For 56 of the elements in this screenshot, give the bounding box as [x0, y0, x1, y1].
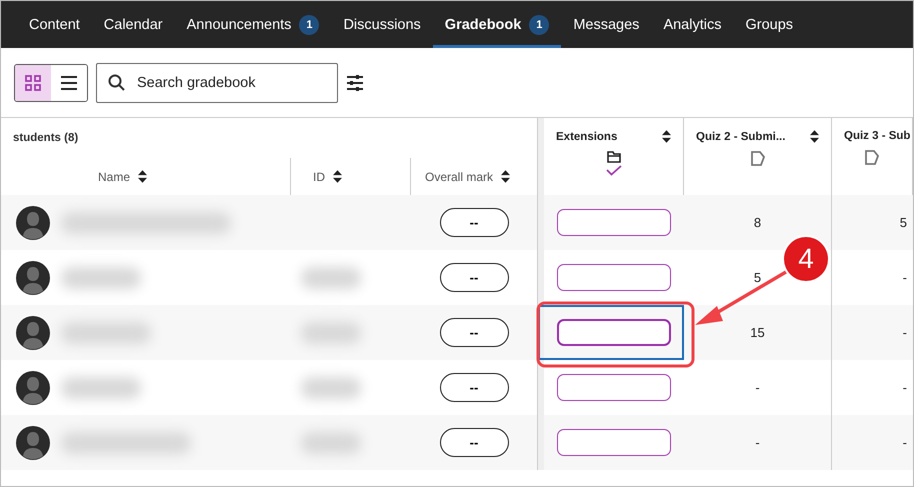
group-title: students (8) [13, 132, 78, 144]
list-view-button[interactable] [51, 64, 87, 100]
grade-cell: - [832, 415, 913, 470]
grade-cell: - [684, 415, 832, 470]
grade-cell: - [832, 305, 913, 360]
folder-icon [606, 151, 620, 163]
extension-field[interactable] [557, 319, 671, 346]
document-icon [750, 151, 764, 166]
grid-view-button[interactable] [15, 64, 51, 100]
nav-tab[interactable]: Gradebook 1 [432, 1, 562, 48]
mark-button[interactable]: -- [440, 428, 508, 457]
count-badge: 1 [299, 14, 320, 34]
column-header[interactable]: Extensions [556, 130, 618, 142]
column-header[interactable]: Name [98, 170, 130, 184]
avatar-icon [16, 206, 50, 240]
sort-icon[interactable] [810, 130, 819, 143]
column-header[interactable]: ID [313, 170, 325, 184]
grade-cell: 8 [684, 195, 832, 250]
mark-button[interactable]: -- [440, 208, 508, 237]
nav-tab[interactable]: Analytics [651, 1, 734, 48]
column-header[interactable]: Overall mark [425, 170, 494, 184]
extension-field[interactable] [557, 429, 671, 456]
column-header[interactable]: Quiz 2 - Submi... [696, 130, 786, 142]
avatar-icon [16, 260, 50, 294]
sort-icon[interactable] [138, 170, 148, 183]
search-field[interactable]: Search gradebook [96, 62, 338, 102]
menu-icon [61, 76, 77, 90]
grid-view-icon [25, 74, 41, 90]
count-badge: 1 [529, 14, 550, 34]
nav-tab[interactable]: Discussions [331, 1, 433, 48]
sort-icon[interactable] [501, 170, 510, 183]
sort-icon[interactable] [662, 130, 671, 143]
filter-icon[interactable] [346, 74, 364, 92]
sort-icon[interactable] [333, 170, 342, 183]
nav-tab[interactable]: Groups [733, 1, 806, 48]
document-icon [865, 150, 879, 165]
avatar-icon [16, 426, 50, 460]
nav-tab[interactable]: Calendar [92, 1, 175, 48]
extension-field[interactable] [557, 264, 671, 291]
avatar-icon [16, 316, 50, 350]
callout-badge: 4 [784, 237, 828, 281]
nav-tab[interactable]: Messages [561, 1, 652, 48]
grade-cell: 15 [684, 305, 832, 360]
column-header[interactable]: Quiz 3 - Sub [844, 130, 910, 142]
grade-cell-text: - [902, 379, 908, 397]
nav-tab[interactable]: Announcements 1 [174, 1, 332, 48]
mark-button[interactable]: -- [440, 373, 508, 402]
grade-cell: 5 [832, 195, 913, 250]
mark-button[interactable]: -- [440, 263, 508, 292]
mark-button[interactable]: -- [440, 318, 508, 347]
grade-cell-text: - [902, 269, 908, 287]
extension-field[interactable] [557, 209, 671, 236]
avatar-icon [16, 370, 50, 404]
search-icon [108, 74, 125, 90]
extension-field[interactable] [557, 374, 671, 401]
nav-tab[interactable]: Content [17, 1, 92, 48]
